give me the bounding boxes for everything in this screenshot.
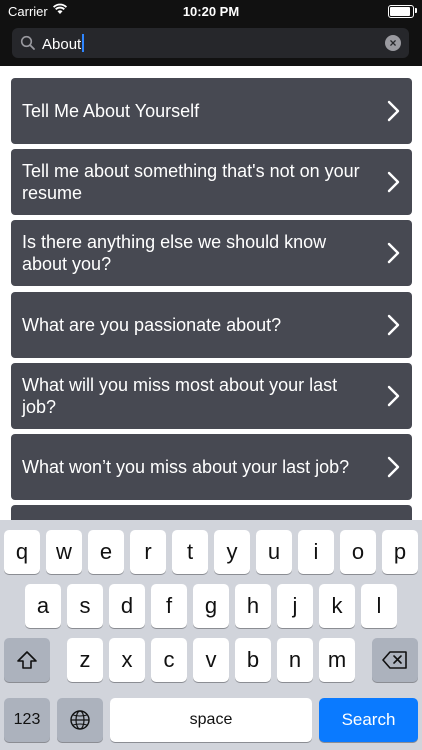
status-bar: Carrier 10:20 PM — [0, 0, 422, 22]
list-item[interactable]: What won’t you miss about your last job? — [11, 434, 412, 500]
search-key[interactable]: Search — [319, 698, 418, 742]
list-item[interactable]: What are you passionate about? — [11, 292, 412, 358]
chevron-right-icon — [387, 242, 400, 264]
key-d[interactable]: d — [109, 584, 145, 628]
clock-time: 10:20 PM — [182, 4, 240, 19]
key-e[interactable]: e — [88, 530, 124, 574]
key-y[interactable]: y — [214, 530, 250, 574]
globe-key[interactable] — [57, 698, 103, 742]
results-list[interactable]: Tell Me About Yourself Tell me about som… — [0, 66, 422, 520]
key-c[interactable]: c — [151, 638, 187, 682]
key-i[interactable]: i — [298, 530, 334, 574]
list-item-label: What are you passionate about? — [22, 315, 282, 335]
key-l[interactable]: l — [361, 584, 397, 628]
battery-tip — [415, 8, 417, 13]
search-query[interactable]: About — [42, 34, 85, 53]
text-caret — [82, 34, 85, 52]
key-f[interactable]: f — [151, 584, 187, 628]
list-item[interactable]: Tell Me About Yourself — [11, 78, 412, 144]
key-z[interactable]: z — [67, 638, 103, 682]
key-o[interactable]: o — [340, 530, 376, 574]
key-g[interactable]: g — [193, 584, 229, 628]
shift-icon — [17, 651, 37, 669]
chevron-right-icon — [387, 456, 400, 478]
key-v[interactable]: v — [193, 638, 229, 682]
key-p[interactable]: p — [382, 530, 418, 574]
battery-level — [390, 7, 410, 16]
list-item-label: Is there anything else we should know ab… — [22, 232, 327, 274]
clear-icon[interactable]: × — [385, 35, 401, 51]
list-item-label: Tell Me About Yourself — [22, 101, 200, 121]
key-j[interactable]: j — [277, 584, 313, 628]
chevron-right-icon — [387, 171, 400, 193]
key-m[interactable]: m — [319, 638, 355, 682]
list-item-label: What will you miss most about your last … — [22, 375, 338, 417]
list-item-label: Tell me about something that's not on yo… — [22, 161, 360, 203]
chevron-right-icon — [387, 314, 400, 336]
key-h[interactable]: h — [235, 584, 271, 628]
list-item[interactable]: What will you miss most about your last … — [11, 363, 412, 429]
search-icon — [20, 35, 35, 50]
key-n[interactable]: n — [277, 638, 313, 682]
space-key[interactable]: space — [110, 698, 312, 742]
key-x[interactable]: x — [109, 638, 145, 682]
list-item[interactable]: Is there anything else we should know ab… — [11, 220, 412, 286]
delete-icon — [382, 651, 407, 669]
chevron-right-icon — [387, 100, 400, 122]
key-k[interactable]: k — [319, 584, 355, 628]
search-input[interactable]: About × — [12, 28, 409, 58]
key-b[interactable]: b — [235, 638, 271, 682]
globe-icon — [70, 710, 90, 730]
search-header: Carrier 10:20 PM About × — [0, 0, 422, 66]
keyboard: q w e r t y u i o p a s d f g h j k l z … — [0, 520, 422, 750]
list-item-label: What won’t you miss about your last job? — [22, 457, 350, 477]
key-u[interactable]: u — [256, 530, 292, 574]
battery-icon — [388, 5, 414, 18]
list-item[interactable]: Tell me about something that's not on yo… — [11, 149, 412, 215]
shift-key[interactable] — [4, 638, 50, 682]
key-r[interactable]: r — [130, 530, 166, 574]
key-q[interactable]: q — [4, 530, 40, 574]
key-w[interactable]: w — [46, 530, 82, 574]
key-s[interactable]: s — [67, 584, 103, 628]
list-item[interactable] — [11, 505, 412, 520]
numbers-key[interactable]: 123 — [4, 698, 50, 742]
key-a[interactable]: a — [25, 584, 61, 628]
chevron-right-icon — [387, 385, 400, 407]
delete-key[interactable] — [372, 638, 418, 682]
key-t[interactable]: t — [172, 530, 208, 574]
